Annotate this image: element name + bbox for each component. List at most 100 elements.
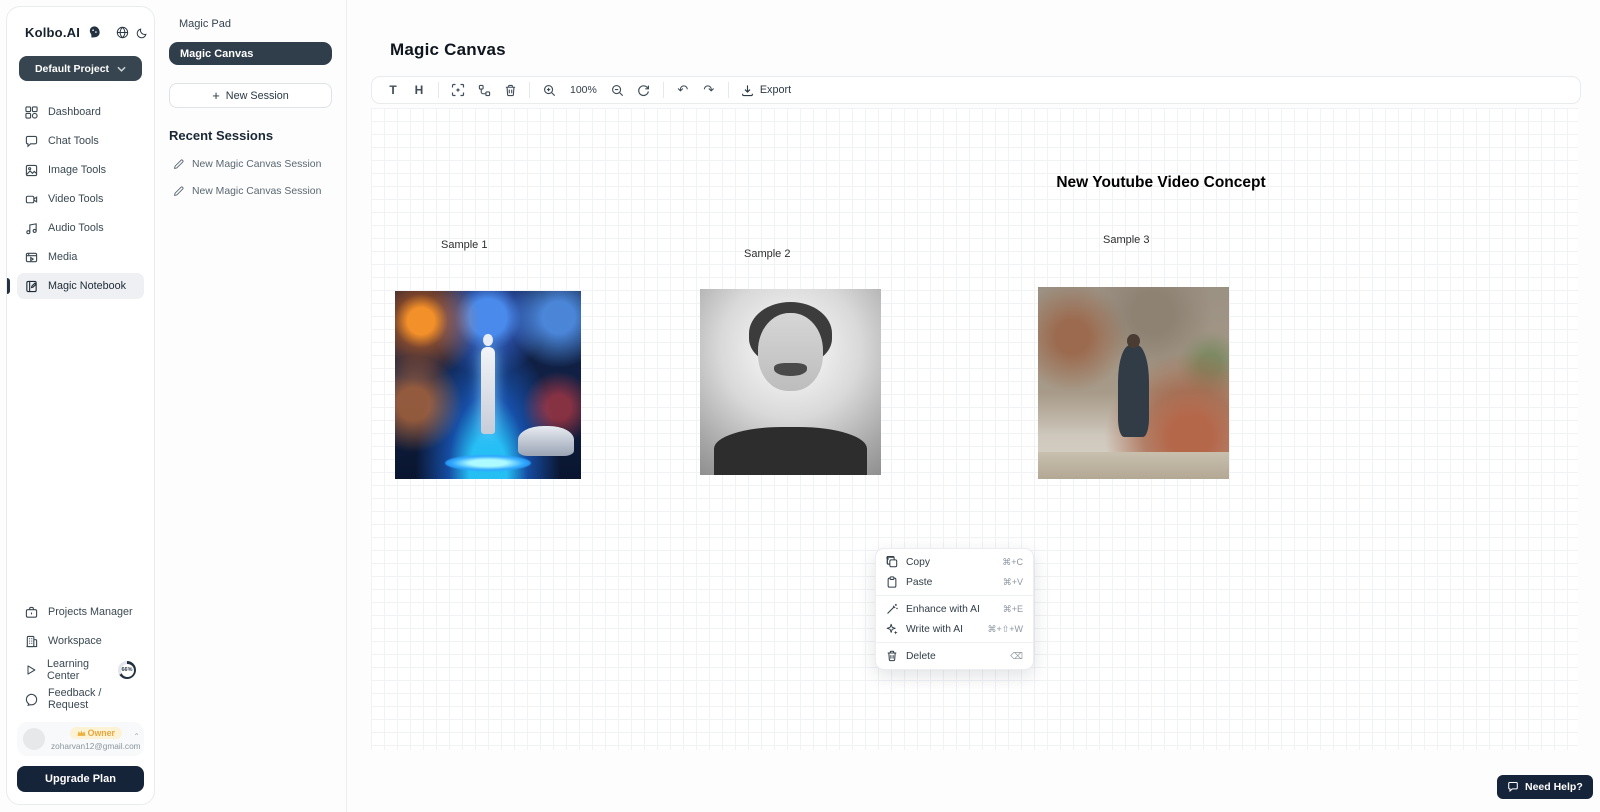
sidebar-item-label: Projects Manager — [48, 606, 133, 618]
menu-item-delete[interactable]: Delete ⌫ — [876, 646, 1033, 666]
sidebar-item-projects-manager[interactable]: Projects Manager — [17, 599, 144, 625]
image-icon — [25, 164, 38, 177]
sidebar-item-magic-notebook[interactable]: Magic Notebook — [17, 273, 144, 299]
menu-shortcut: ⌘+V — [1003, 577, 1023, 588]
sidebar-item-media[interactable]: Media — [17, 244, 144, 270]
need-help-label: Need Help? — [1525, 781, 1583, 793]
write-sparkle-icon — [886, 623, 898, 635]
project-selector-label: Default Project — [35, 63, 109, 75]
export-button[interactable]: Export — [737, 84, 795, 97]
ai-select-icon — [451, 83, 465, 97]
canvas-text-sample-2[interactable]: Sample 2 — [744, 248, 790, 260]
new-session-button[interactable]: + New Session — [169, 83, 332, 108]
sidebar-item-feedback-request[interactable]: Feedback / Request — [17, 686, 144, 712]
recent-session-label: New Magic Canvas Session — [192, 186, 321, 197]
sessions-panel: Magic Pad Magic Canvas + New Session Rec… — [155, 0, 347, 812]
user-card[interactable]: Owner zoharvan12@gmail.com ⌃ — [17, 722, 144, 756]
menu-item-label: Paste — [906, 577, 932, 588]
need-help-button[interactable]: Need Help? — [1497, 775, 1593, 799]
dashboard-icon — [25, 106, 38, 119]
recent-sessions-heading: Recent Sessions — [169, 128, 332, 143]
toolbar-divider — [438, 82, 439, 98]
connector-icon — [478, 84, 491, 97]
recent-session-item[interactable]: New Magic Canvas Session — [169, 159, 332, 170]
sidebar-item-learning-center[interactable]: Learning Center 66% — [17, 657, 144, 683]
menu-divider — [876, 642, 1033, 643]
delete-trash-icon — [886, 650, 898, 662]
sidebar-item-audio-tools[interactable]: Audio Tools — [17, 215, 144, 241]
upgrade-plan-button[interactable]: Upgrade Plan — [17, 766, 144, 792]
rotate-icon — [637, 84, 650, 97]
sidebar-item-label: Media — [48, 251, 77, 263]
canvas-text-sample-1[interactable]: Sample 1 — [441, 239, 487, 251]
progress-ring-badge: 66% — [118, 661, 136, 679]
canvas-image-sample-3[interactable] — [1038, 287, 1229, 479]
canvas-heading-text[interactable]: New Youtube Video Concept — [911, 174, 1411, 192]
menu-item-write-with-ai[interactable]: Write with AI ⌘+⇧+W — [876, 619, 1033, 639]
menu-item-paste[interactable]: Paste ⌘+V — [876, 572, 1033, 592]
menu-item-label: Copy — [906, 557, 930, 568]
canvas-image-sample-1[interactable] — [395, 291, 581, 479]
audio-icon — [25, 222, 38, 235]
page-title: Magic Canvas — [390, 40, 506, 60]
zoom-out-button[interactable] — [607, 79, 629, 101]
sidebar-item-label: Chat Tools — [48, 135, 99, 147]
paste-icon — [886, 576, 898, 588]
menu-shortcut: ⌘+E — [1003, 604, 1023, 615]
canvas-text-sample-3[interactable]: Sample 3 — [1103, 234, 1149, 246]
text-tool-button[interactable]: T — [382, 79, 404, 101]
sidebar-item-label: Audio Tools — [48, 222, 104, 234]
sidebar-item-label: Dashboard — [48, 106, 101, 118]
recent-session-item[interactable]: New Magic Canvas Session — [169, 186, 332, 197]
tab-magic-pad[interactable]: Magic Pad — [169, 16, 332, 42]
role-label: Owner — [88, 728, 115, 738]
sidebar-item-video-tools[interactable]: Video Tools — [17, 186, 144, 212]
play-icon — [25, 664, 37, 676]
menu-shortcut: ⌫ — [1010, 651, 1023, 662]
zoom-level: 100% — [564, 84, 603, 96]
heading-tool-button[interactable]: H — [408, 79, 430, 101]
sidebar-item-chat-tools[interactable]: Chat Tools — [17, 128, 144, 154]
delete-tool-button[interactable] — [499, 79, 521, 101]
zoom-in-button[interactable] — [538, 79, 560, 101]
futuristic-car — [518, 426, 574, 456]
robot-figure — [481, 347, 496, 433]
stone-step — [1038, 452, 1229, 479]
reset-view-button[interactable] — [633, 79, 655, 101]
user-email: zoharvan12@gmail.com — [51, 741, 141, 751]
menu-item-enhance-with-ai[interactable]: Enhance with AI ⌘+E — [876, 599, 1033, 619]
menu-item-label: Delete — [906, 651, 936, 662]
menu-shortcut: ⌘+C — [1002, 557, 1023, 568]
pencil-icon — [173, 159, 184, 170]
media-icon — [25, 251, 38, 264]
dark-mode-moon-icon[interactable] — [136, 27, 148, 39]
enhance-wand-icon — [886, 603, 898, 615]
language-globe-icon[interactable] — [116, 26, 129, 39]
menu-item-label: Enhance with AI — [906, 604, 980, 615]
ai-select-tool-button[interactable] — [447, 79, 469, 101]
sidebar-item-image-tools[interactable]: Image Tools — [17, 157, 144, 183]
crown-icon — [77, 729, 86, 737]
sidebar-item-label: Image Tools — [48, 164, 106, 176]
video-icon — [25, 193, 38, 206]
chat-icon — [25, 135, 38, 148]
notebook-icon — [25, 280, 38, 293]
tab-magic-canvas[interactable]: Magic Canvas — [169, 42, 332, 65]
redo-button[interactable]: ↷ — [698, 79, 720, 101]
connector-tool-button[interactable] — [473, 79, 495, 101]
help-chat-icon — [1507, 781, 1519, 793]
canvas-image-sample-2[interactable] — [700, 289, 881, 475]
sidebar-item-workspace[interactable]: Workspace — [17, 628, 144, 654]
sidebar-item-label: Learning Center — [47, 658, 104, 682]
toolbar-divider — [663, 82, 664, 98]
menu-item-copy[interactable]: Copy ⌘+C — [876, 552, 1033, 572]
brain-logo-icon — [87, 25, 102, 40]
sidebar-item-dashboard[interactable]: Dashboard — [17, 99, 144, 125]
building-icon — [25, 635, 38, 648]
menu-shortcut: ⌘+⇧+W — [987, 624, 1023, 635]
undo-button[interactable]: ↶ — [672, 79, 694, 101]
sidebar-item-label: Feedback / Request — [48, 687, 136, 711]
project-selector[interactable]: Default Project — [19, 56, 142, 81]
sidebar-item-label: Video Tools — [48, 193, 103, 205]
toolbar-divider — [728, 82, 729, 98]
